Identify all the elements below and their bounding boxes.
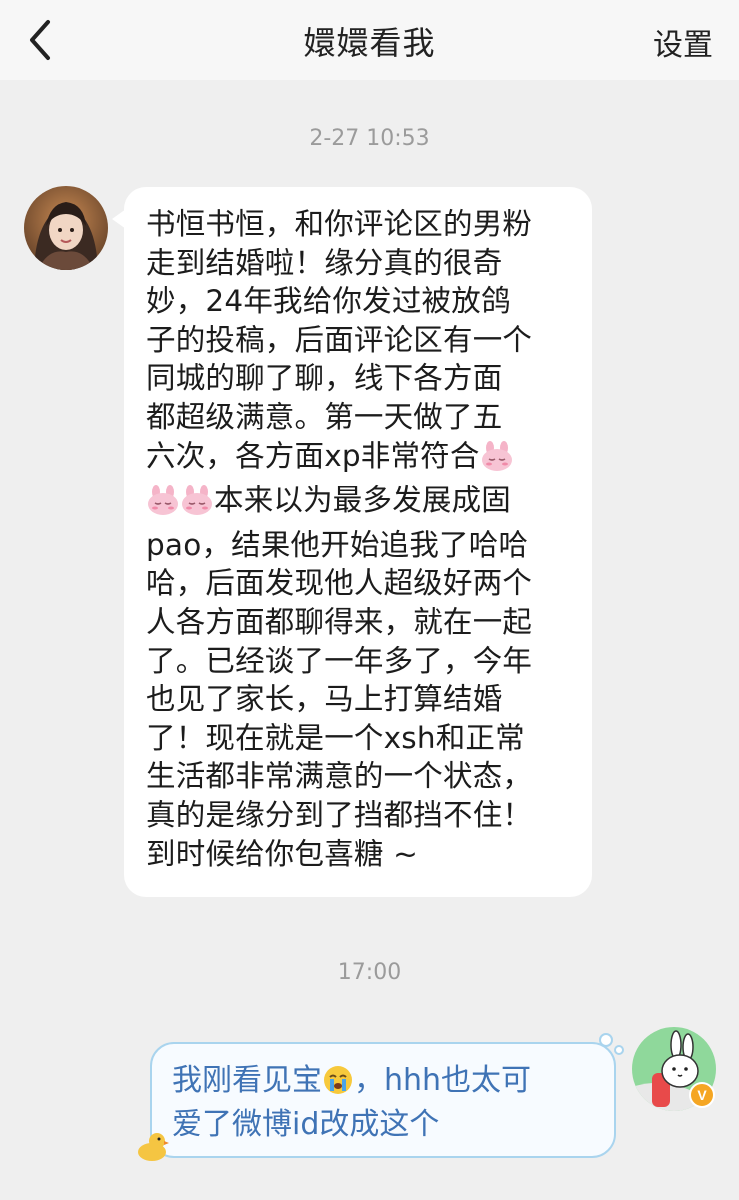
sender-avatar[interactable] (24, 186, 108, 270)
message-bubble-outgoing[interactable]: 我刚看见宝 ，hhh也太可 爱了微博id改成这个 (150, 1033, 624, 1158)
user-photo-avatar (24, 186, 108, 270)
message-timestamp: 2-27 10:53 (309, 126, 430, 151)
pink-bunny-emoji (146, 484, 180, 526)
chat-title: 嬛嬛看我 (303, 24, 436, 62)
bubble-dot-decoration (599, 1033, 624, 1055)
pink-bunny-emoji (480, 440, 514, 482)
message-bubble-incoming[interactable]: 书恒书恒，和你评论区的男粉 走到结婚啦！缘分真的很奇 妙，24年我给你发过被放鸽… (112, 187, 592, 897)
top-bar: 嬛嬛看我 设置 (0, 0, 739, 80)
duck-icon (134, 1128, 170, 1168)
pink-bunny-emoji (180, 484, 214, 526)
message-text: 我刚看见宝 ，hhh也太可 爱了微博id改成这个 (172, 1063, 532, 1142)
crying-face-emoji (322, 1064, 354, 1106)
settings-button[interactable]: 设置 (653, 20, 713, 64)
verified-badge-icon: V (688, 1081, 716, 1113)
message-text: 书恒书恒，和你评论区的男粉 走到结婚啦！缘分真的很奇 妙，24年我给你发过被放鸽… (146, 207, 533, 871)
svg-text:V: V (697, 1087, 707, 1103)
message-timestamp: 17:00 (337, 960, 402, 985)
